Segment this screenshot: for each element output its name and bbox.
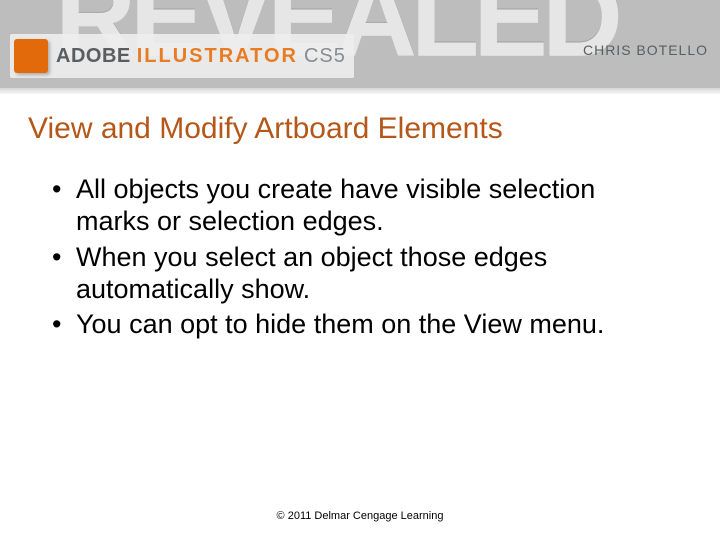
slide-title: View and Modify Artboard Elements: [28, 112, 720, 146]
list-item: You can opt to hide them on the View men…: [52, 309, 672, 341]
product-label: ILLUSTRATOR: [137, 45, 298, 68]
banner-lip: [0, 88, 720, 94]
header-banner: REVEALED ADOBE ILLUSTRATOR CS5 CHRIS BOT…: [0, 0, 720, 88]
version-label: CS5: [304, 45, 346, 68]
footer-copyright: © 2011 Delmar Cengage Learning: [0, 510, 720, 522]
author-label: CHRIS BOTELLO: [583, 42, 708, 58]
product-badge: ADOBE ILLUSTRATOR CS5: [10, 34, 354, 78]
product-swatch-icon: [14, 39, 48, 73]
brand-label: ADOBE: [56, 45, 131, 68]
list-item: All objects you create have visible sele…: [52, 174, 672, 238]
bullet-list: All objects you create have visible sele…: [52, 174, 672, 341]
list-item: When you select an object those edges au…: [52, 242, 672, 306]
